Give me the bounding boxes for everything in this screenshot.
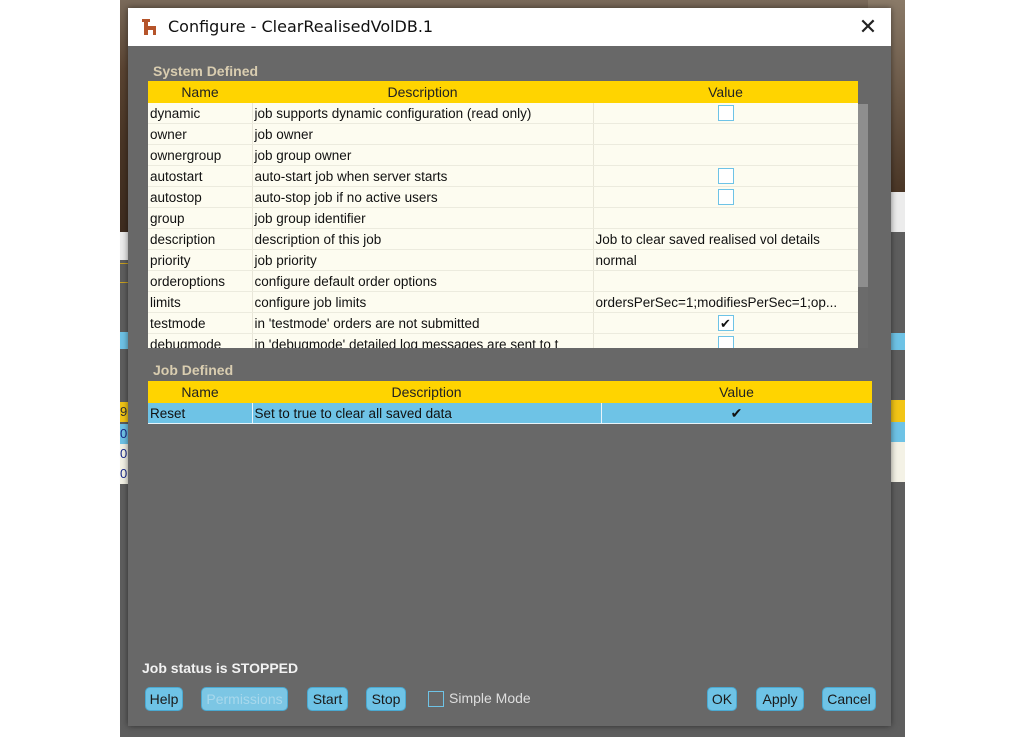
- cell-description: job priority: [252, 249, 594, 271]
- checkmark-icon: ✔: [730, 404, 743, 421]
- table-row[interactable]: description description of this job Job to…: [148, 228, 858, 250]
- window-title: Configure - ClearRealisedVolDB.1: [168, 17, 434, 36]
- cell-value[interactable]: ordersPerSec=1;modifiesPerSec=1;op...: [593, 291, 858, 313]
- table-row[interactable]: group job group identifier: [148, 207, 858, 229]
- cell-name: limits: [148, 291, 253, 313]
- cell-description: in 'testmode' orders are not submitted: [252, 312, 594, 334]
- cell-name: priority: [148, 249, 253, 271]
- simple-mode-checkbox[interactable]: [428, 691, 444, 707]
- column-header-description[interactable]: Description: [252, 81, 593, 103]
- cell-value-checkbox[interactable]: [593, 103, 858, 124]
- cell-description: description of this job: [252, 228, 594, 250]
- cell-name: description: [148, 228, 253, 250]
- title-bar[interactable]: Configure - ClearRealisedVolDB.1 ✕: [128, 8, 891, 46]
- ok-button[interactable]: OK: [707, 687, 737, 711]
- cell-name: group: [148, 207, 253, 229]
- help-button[interactable]: Help: [145, 687, 183, 711]
- cell-description: job supports dynamic configuration (read…: [252, 103, 594, 124]
- cell-description: job group owner: [252, 144, 594, 166]
- column-header-name[interactable]: Name: [148, 81, 252, 103]
- table-row[interactable]: ownergroup job group owner: [148, 144, 858, 166]
- table-header-row: Name Description Value: [148, 81, 858, 103]
- table-row[interactable]: orderoptions configure default order opti…: [148, 270, 858, 292]
- cell-name: orderoptions: [148, 270, 253, 292]
- table-row[interactable]: autostop auto-stop job if no active users: [148, 186, 858, 208]
- checkbox-checked[interactable]: ✔: [717, 315, 734, 332]
- cell-value-checkbox[interactable]: [593, 333, 858, 348]
- cell-description: auto-stop job if no active users: [252, 186, 594, 208]
- close-icon: ✕: [858, 14, 878, 39]
- table-row[interactable]: owner job owner: [148, 123, 858, 145]
- cell-description: auto-start job when server starts: [252, 165, 594, 187]
- column-header-description[interactable]: Description: [252, 381, 601, 403]
- cell-name: ownergroup: [148, 144, 253, 166]
- cell-value-checkbox[interactable]: ✔: [601, 403, 872, 424]
- cell-value[interactable]: Job to clear saved realised vol details: [593, 228, 858, 250]
- table-row[interactable]: debugmode in 'debugmode' detailed log mes…: [148, 333, 858, 348]
- cell-value[interactable]: [593, 123, 858, 145]
- table-header-row: Name Description Value: [148, 381, 872, 403]
- cell-value-checkbox[interactable]: [593, 186, 858, 208]
- cell-description: configure default order options: [252, 270, 594, 292]
- column-header-value[interactable]: Value: [593, 81, 858, 103]
- cell-description: in 'debugmode' detailed log messages are…: [252, 333, 594, 348]
- table-row[interactable]: autostart auto-start job when server star…: [148, 165, 858, 187]
- scrollbar-thumb[interactable]: [858, 104, 868, 287]
- cell-name: testmode: [148, 312, 253, 334]
- cell-value[interactable]: [593, 270, 858, 292]
- cell-name: dynamic: [148, 103, 253, 124]
- cell-name: autostop: [148, 186, 253, 208]
- table-row[interactable]: priority job priority normal: [148, 249, 858, 271]
- cancel-button[interactable]: Cancel: [822, 687, 876, 711]
- system-defined-table: Name Description Value dynamic job suppor…: [148, 81, 858, 348]
- app-icon: [142, 19, 156, 35]
- cell-description: configure job limits: [252, 291, 594, 313]
- cell-description: job owner: [252, 123, 594, 145]
- cell-value[interactable]: normal: [593, 249, 858, 271]
- system-table-scrollbar[interactable]: [858, 104, 868, 348]
- apply-button[interactable]: Apply: [756, 687, 804, 711]
- cell-value-checkbox[interactable]: [593, 165, 858, 187]
- permissions-button[interactable]: Permissions: [201, 687, 288, 711]
- column-header-name[interactable]: Name: [148, 381, 252, 403]
- cell-value[interactable]: [593, 144, 858, 166]
- table-row[interactable]: Reset Set to true to clear all saved dat…: [148, 403, 872, 424]
- cell-description: job group identifier: [252, 207, 594, 229]
- job-defined-table: Name Description Value Reset Set to true…: [148, 381, 872, 427]
- table-row[interactable]: testmode in 'testmode' orders are not sub…: [148, 312, 858, 334]
- checkbox-unchecked[interactable]: [717, 105, 734, 122]
- cell-name: debugmode: [148, 333, 253, 348]
- start-button[interactable]: Start: [307, 687, 348, 711]
- job-status-text: Job status is STOPPED: [142, 660, 299, 676]
- table-row[interactable]: limits configure job limits ordersPerSec=1…: [148, 291, 858, 313]
- cell-description: Set to true to clear all saved data: [252, 403, 602, 424]
- job-defined-label: Job Defined: [153, 362, 234, 378]
- table-row[interactable]: dynamic job supports dynamic configuratio…: [148, 103, 858, 124]
- checkbox-unchecked[interactable]: [717, 168, 734, 185]
- configure-dialog: Configure - ClearRealisedVolDB.1 ✕ Syste…: [128, 8, 891, 726]
- checkbox-unchecked[interactable]: [717, 189, 734, 206]
- checkbox-unchecked[interactable]: [717, 336, 734, 348]
- cell-value-checkbox[interactable]: ✔: [593, 312, 858, 334]
- cell-name: owner: [148, 123, 253, 145]
- cell-name: autostart: [148, 165, 253, 187]
- column-header-value[interactable]: Value: [601, 381, 872, 403]
- simple-mode-label[interactable]: Simple Mode: [449, 690, 531, 706]
- cell-name: Reset: [148, 403, 253, 424]
- close-button[interactable]: ✕: [845, 8, 891, 46]
- stop-button[interactable]: Stop: [366, 687, 406, 711]
- system-defined-label: System Defined: [153, 63, 259, 79]
- cell-value[interactable]: [593, 207, 858, 229]
